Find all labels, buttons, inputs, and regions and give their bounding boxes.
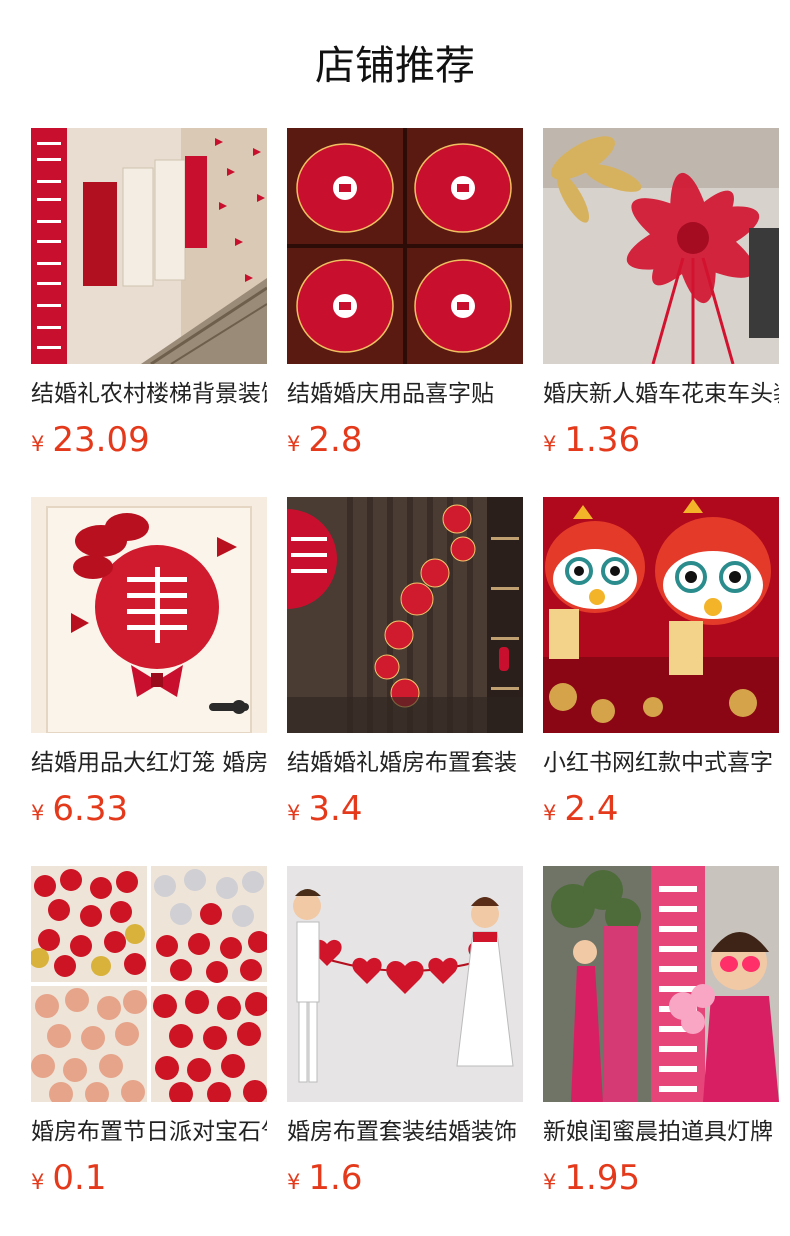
currency-symbol: ¥: [287, 432, 301, 456]
page-title: 店铺推荐: [315, 43, 475, 89]
price-value: 23.09: [52, 420, 150, 460]
product-card[interactable]: 婚房布置套装结婚装饰 ¥1.6: [287, 866, 523, 1206]
price-value: 0.1: [52, 1158, 107, 1198]
currency-symbol: ¥: [31, 1170, 45, 1194]
price-value: 2.4: [564, 789, 619, 829]
product-name[interactable]: 结婚婚礼婚房布置套装: [287, 747, 523, 779]
price-value: 1.95: [564, 1158, 641, 1198]
product-card[interactable]: 结婚婚礼婚房布置套装 ¥3.4: [287, 497, 523, 837]
product-price: ¥2.8: [287, 418, 362, 462]
currency-symbol: ¥: [31, 801, 45, 825]
product-name[interactable]: 结婚婚庆用品喜字贴: [287, 378, 523, 410]
product-name[interactable]: 婚房布置套装结婚装饰: [287, 1116, 523, 1148]
product-card[interactable]: 新娘闺蜜晨拍道具灯牌 ¥1.95: [543, 866, 779, 1206]
currency-symbol: ¥: [287, 1170, 301, 1194]
product-price: ¥1.95: [543, 1156, 640, 1200]
price-value: 3.4: [308, 789, 363, 829]
product-price: ¥6.33: [31, 787, 128, 831]
product-name[interactable]: 小红书网红款中式喜字: [543, 747, 779, 779]
currency-symbol: ¥: [543, 1170, 557, 1194]
product-card[interactable]: 结婚用品大红灯笼 婚房布置 ¥6.33: [31, 497, 267, 837]
product-image[interactable]: [287, 128, 523, 364]
currency-symbol: ¥: [287, 801, 301, 825]
product-image[interactable]: [287, 497, 523, 733]
product-price: ¥23.09: [31, 418, 150, 462]
price-value: 2.8: [308, 420, 363, 460]
product-price: ¥3.4: [287, 787, 362, 831]
product-card[interactable]: 结婚婚庆用品喜字贴 ¥2.8: [287, 128, 523, 468]
price-value: 1.6: [308, 1158, 363, 1198]
product-image[interactable]: [31, 128, 267, 364]
currency-symbol: ¥: [31, 432, 45, 456]
product-card[interactable]: 结婚礼农村楼梯背景装饰 ¥23.09: [31, 128, 267, 468]
currency-symbol: ¥: [543, 801, 557, 825]
product-price: ¥1.36: [543, 418, 640, 462]
product-price: ¥2.4: [543, 787, 618, 831]
product-image[interactable]: [31, 497, 267, 733]
price-value: 6.33: [52, 789, 129, 829]
product-image[interactable]: [31, 866, 267, 1102]
product-image[interactable]: [543, 128, 779, 364]
product-image[interactable]: [287, 866, 523, 1102]
product-name[interactable]: 婚房布置节日派对宝石气球: [31, 1116, 267, 1148]
currency-symbol: ¥: [543, 432, 557, 456]
product-card[interactable]: 婚房布置节日派对宝石气球 ¥0.1: [31, 866, 267, 1206]
product-name[interactable]: 结婚礼农村楼梯背景装饰: [31, 378, 267, 410]
product-name[interactable]: 新娘闺蜜晨拍道具灯牌: [543, 1116, 779, 1148]
product-price: ¥0.1: [31, 1156, 106, 1200]
product-card[interactable]: 婚庆新人婚车花束车头装饰 ¥1.36: [543, 128, 779, 468]
product-name[interactable]: 婚庆新人婚车花束车头装饰: [543, 378, 779, 410]
product-price: ¥1.6: [287, 1156, 362, 1200]
product-image[interactable]: [543, 866, 779, 1102]
price-value: 1.36: [564, 420, 641, 460]
product-card[interactable]: 小红书网红款中式喜字 ¥2.4: [543, 497, 779, 837]
product-name[interactable]: 结婚用品大红灯笼 婚房布置: [31, 747, 267, 779]
product-image[interactable]: [543, 497, 779, 733]
